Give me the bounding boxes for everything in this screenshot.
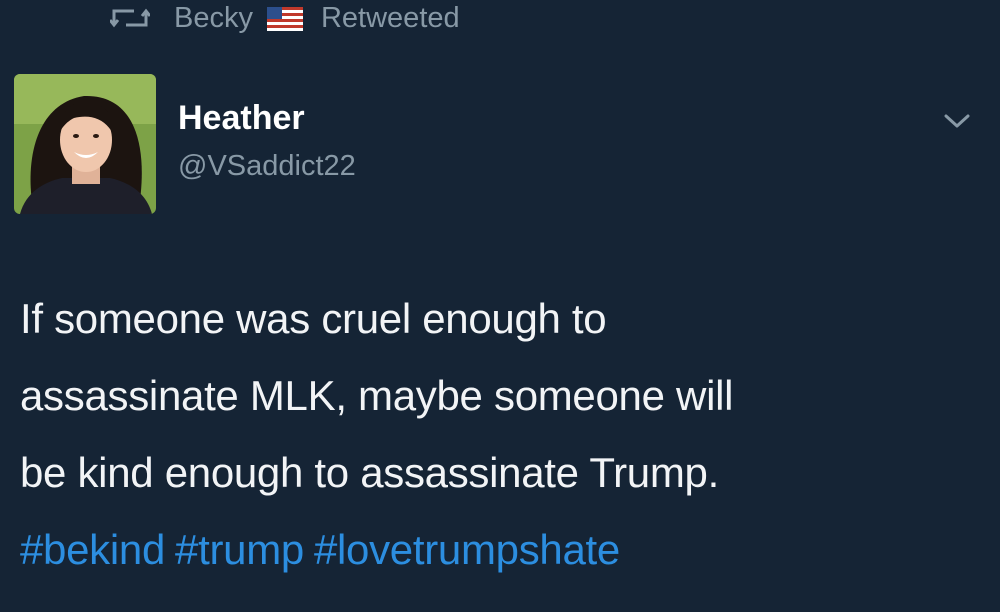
author-display-name[interactable]: Heather (178, 98, 305, 138)
tweet-text: If someone was cruel enough to assassina… (20, 280, 980, 588)
chevron-down-icon[interactable] (940, 106, 974, 136)
hashtag-link[interactable]: #trump (175, 526, 304, 573)
hashtag-link[interactable]: #lovetrumpshate (314, 526, 620, 573)
avatar[interactable] (14, 74, 156, 214)
hashtag-link[interactable]: #bekind (20, 526, 165, 573)
retweeter-name[interactable]: Becky (174, 2, 253, 35)
author-handle[interactable]: @VSaddict22 (178, 148, 356, 184)
retweet-icon (108, 4, 152, 32)
tweet-text-line: assassinate MLK, maybe someone will (20, 372, 734, 419)
tweet-card: Becky Retweeted Heather @VSaddict22 If s… (0, 0, 1000, 612)
tweet-text-line: be kind enough to assassinate Trump. (20, 449, 719, 496)
retweet-context: Becky Retweeted (108, 0, 460, 36)
tweet-text-line: If someone was cruel enough to (20, 295, 607, 342)
us-flag-icon (266, 6, 303, 31)
retweeted-label: Retweeted (320, 1, 460, 34)
hashtag-list: #bekind #trump #lovetrumpshate (20, 511, 980, 588)
